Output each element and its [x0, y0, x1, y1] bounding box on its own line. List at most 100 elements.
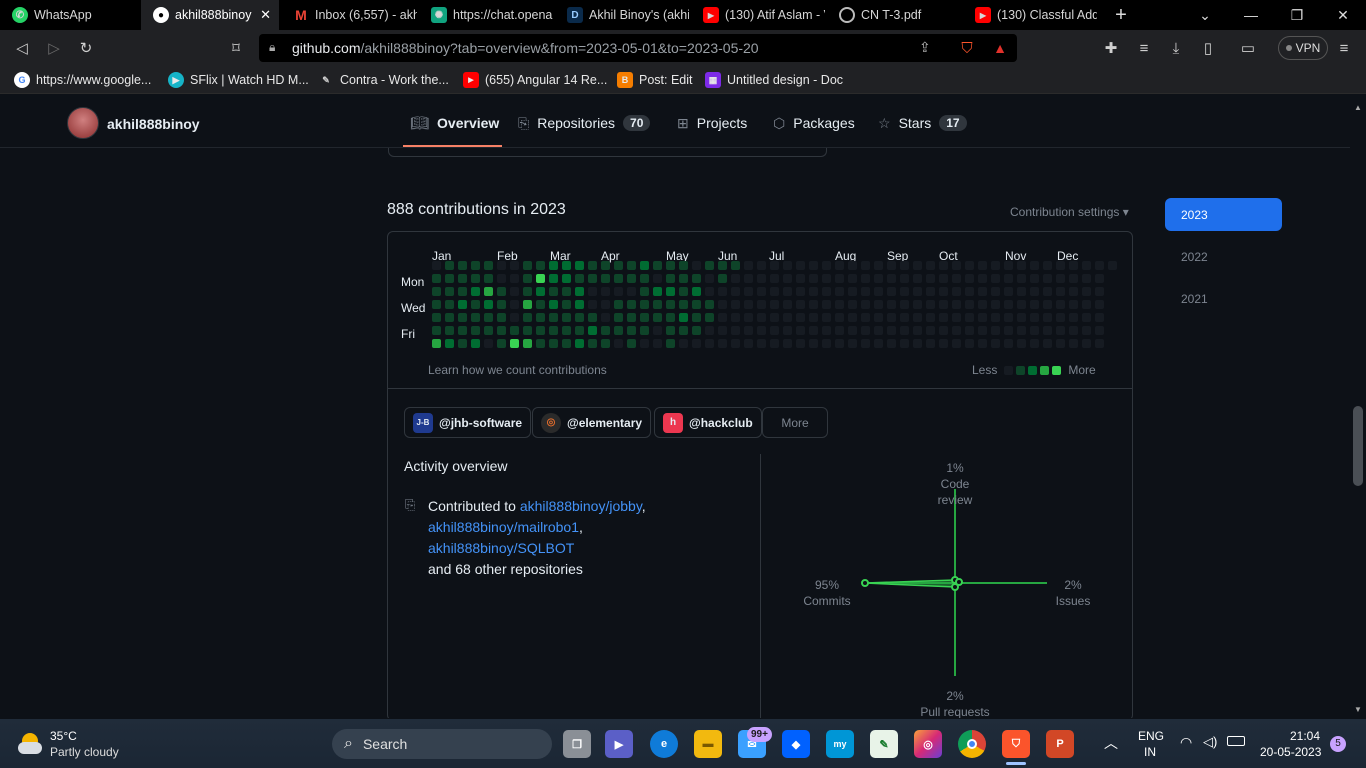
clock-time[interactable]: 21:04	[1290, 729, 1320, 743]
contribution-day-cell[interactable]	[484, 300, 493, 309]
contribution-day-cell[interactable]	[445, 274, 454, 283]
contribution-day-cell[interactable]	[640, 300, 649, 309]
contribution-day-cell[interactable]	[900, 287, 909, 296]
contribution-day-cell[interactable]	[627, 339, 636, 348]
contribution-day-cell[interactable]	[666, 261, 675, 270]
contribution-day-cell[interactable]	[1082, 300, 1091, 309]
tab-chatgpt[interactable]: ✺ https://chat.opena	[419, 0, 553, 30]
contribution-day-cell[interactable]	[536, 287, 545, 296]
contribution-day-cell[interactable]	[835, 287, 844, 296]
contribution-day-cell[interactable]	[445, 339, 454, 348]
wifi-icon[interactable]: ◠	[1180, 734, 1192, 751]
contribution-day-cell[interactable]	[692, 339, 701, 348]
contribution-day-cell[interactable]	[757, 287, 766, 296]
contribution-day-cell[interactable]	[510, 326, 519, 335]
contribution-day-cell[interactable]	[653, 287, 662, 296]
contribution-day-cell[interactable]	[627, 261, 636, 270]
contribution-day-cell[interactable]	[874, 300, 883, 309]
contribution-day-cell[interactable]	[978, 339, 987, 348]
contribution-day-cell[interactable]	[991, 326, 1000, 335]
chevron-up-icon[interactable]: ︿	[1104, 733, 1118, 753]
vpn-button[interactable]: VPN	[1278, 36, 1328, 60]
contribution-day-cell[interactable]	[991, 274, 1000, 283]
contribution-day-cell[interactable]	[809, 300, 818, 309]
contribution-day-cell[interactable]	[926, 274, 935, 283]
contribution-day-cell[interactable]	[679, 313, 688, 322]
contribution-day-cell[interactable]	[783, 287, 792, 296]
contribution-day-cell[interactable]	[796, 339, 805, 348]
contribution-day-cell[interactable]	[1056, 300, 1065, 309]
contribution-day-cell[interactable]	[1095, 326, 1104, 335]
contribution-day-cell[interactable]	[809, 313, 818, 322]
contribution-day-cell[interactable]	[601, 339, 610, 348]
tab-whatsapp[interactable]: ✆ WhatsApp	[0, 0, 140, 30]
contribution-day-cell[interactable]	[913, 313, 922, 322]
contribution-day-cell[interactable]	[1056, 313, 1065, 322]
contribution-day-cell[interactable]	[1082, 261, 1091, 270]
contribution-day-cell[interactable]	[471, 300, 480, 309]
contribution-day-cell[interactable]	[978, 274, 987, 283]
url-bar[interactable]: 🔒︎ github.com/akhil888binoy?tab=overview…	[259, 34, 1017, 62]
contribution-day-cell[interactable]	[575, 274, 584, 283]
contribution-day-cell[interactable]	[497, 326, 506, 335]
contribution-day-cell[interactable]	[718, 339, 727, 348]
battery-icon[interactable]	[1227, 736, 1245, 746]
repo-link[interactable]: akhil888binoy/jobby	[520, 498, 642, 514]
contribution-day-cell[interactable]	[809, 339, 818, 348]
new-tab-button[interactable]: +	[1098, 0, 1144, 30]
url-text[interactable]: github.com/akhil888binoy?tab=overview&fr…	[292, 40, 759, 56]
contribution-day-cell[interactable]	[653, 261, 662, 270]
contribution-day-cell[interactable]	[965, 300, 974, 309]
contribution-day-cell[interactable]	[1082, 313, 1091, 322]
contribution-day-cell[interactable]	[861, 274, 870, 283]
contribution-day-cell[interactable]	[536, 300, 545, 309]
contribution-day-cell[interactable]	[835, 261, 844, 270]
contribution-day-cell[interactable]	[575, 300, 584, 309]
contribution-day-cell[interactable]	[874, 287, 883, 296]
contribution-day-cell[interactable]	[536, 326, 545, 335]
contribution-day-cell[interactable]	[770, 287, 779, 296]
contribution-day-cell[interactable]	[510, 300, 519, 309]
contribution-day-cell[interactable]	[562, 339, 571, 348]
contribution-day-cell[interactable]	[614, 313, 623, 322]
contribution-day-cell[interactable]	[796, 287, 805, 296]
contribution-day-cell[interactable]	[666, 300, 675, 309]
contribution-day-cell[interactable]	[692, 326, 701, 335]
contribution-day-cell[interactable]	[1017, 339, 1026, 348]
contribution-day-cell[interactable]	[497, 274, 506, 283]
bookmark-google[interactable]: G https://www.google...	[14, 70, 151, 90]
contribution-day-cell[interactable]	[588, 287, 597, 296]
contribution-day-cell[interactable]	[653, 313, 662, 322]
contribution-day-cell[interactable]	[822, 313, 831, 322]
contribution-day-cell[interactable]	[640, 287, 649, 296]
contribution-day-cell[interactable]	[471, 287, 480, 296]
contribution-day-cell[interactable]	[913, 274, 922, 283]
contribution-day-cell[interactable]	[978, 261, 987, 270]
contribution-day-cell[interactable]	[848, 339, 857, 348]
avatar[interactable]	[67, 107, 99, 139]
contribution-day-cell[interactable]	[471, 313, 480, 322]
contribution-day-cell[interactable]	[887, 326, 896, 335]
myhp-icon[interactable]: my	[826, 730, 854, 758]
contribution-day-cell[interactable]	[588, 274, 597, 283]
share-icon[interactable]: ⇪	[919, 39, 931, 56]
contribution-day-cell[interactable]	[1017, 300, 1026, 309]
notepad-icon[interactable]: ✎	[870, 730, 898, 758]
contribution-day-cell[interactable]	[497, 313, 506, 322]
contribution-day-cell[interactable]	[744, 261, 753, 270]
contribution-day-cell[interactable]	[939, 326, 948, 335]
contribution-day-cell[interactable]	[783, 274, 792, 283]
contribution-day-cell[interactable]	[471, 326, 480, 335]
contribution-day-cell[interactable]	[1004, 261, 1013, 270]
tab-repositories[interactable]: ⎘ Repositories 70	[518, 99, 651, 147]
contribution-day-cell[interactable]	[653, 339, 662, 348]
contribution-day-cell[interactable]	[783, 326, 792, 335]
close-window-button[interactable]: ✕	[1320, 0, 1366, 30]
bookmark-icon[interactable]: ⌑	[224, 36, 248, 60]
contribution-day-cell[interactable]	[1069, 300, 1078, 309]
bookmark-blogger[interactable]: B Post: Edit	[617, 70, 693, 90]
contribution-day-cell[interactable]	[939, 261, 948, 270]
contribution-day-cell[interactable]	[614, 274, 623, 283]
contribution-day-cell[interactable]	[523, 287, 532, 296]
contribution-day-cell[interactable]	[523, 313, 532, 322]
